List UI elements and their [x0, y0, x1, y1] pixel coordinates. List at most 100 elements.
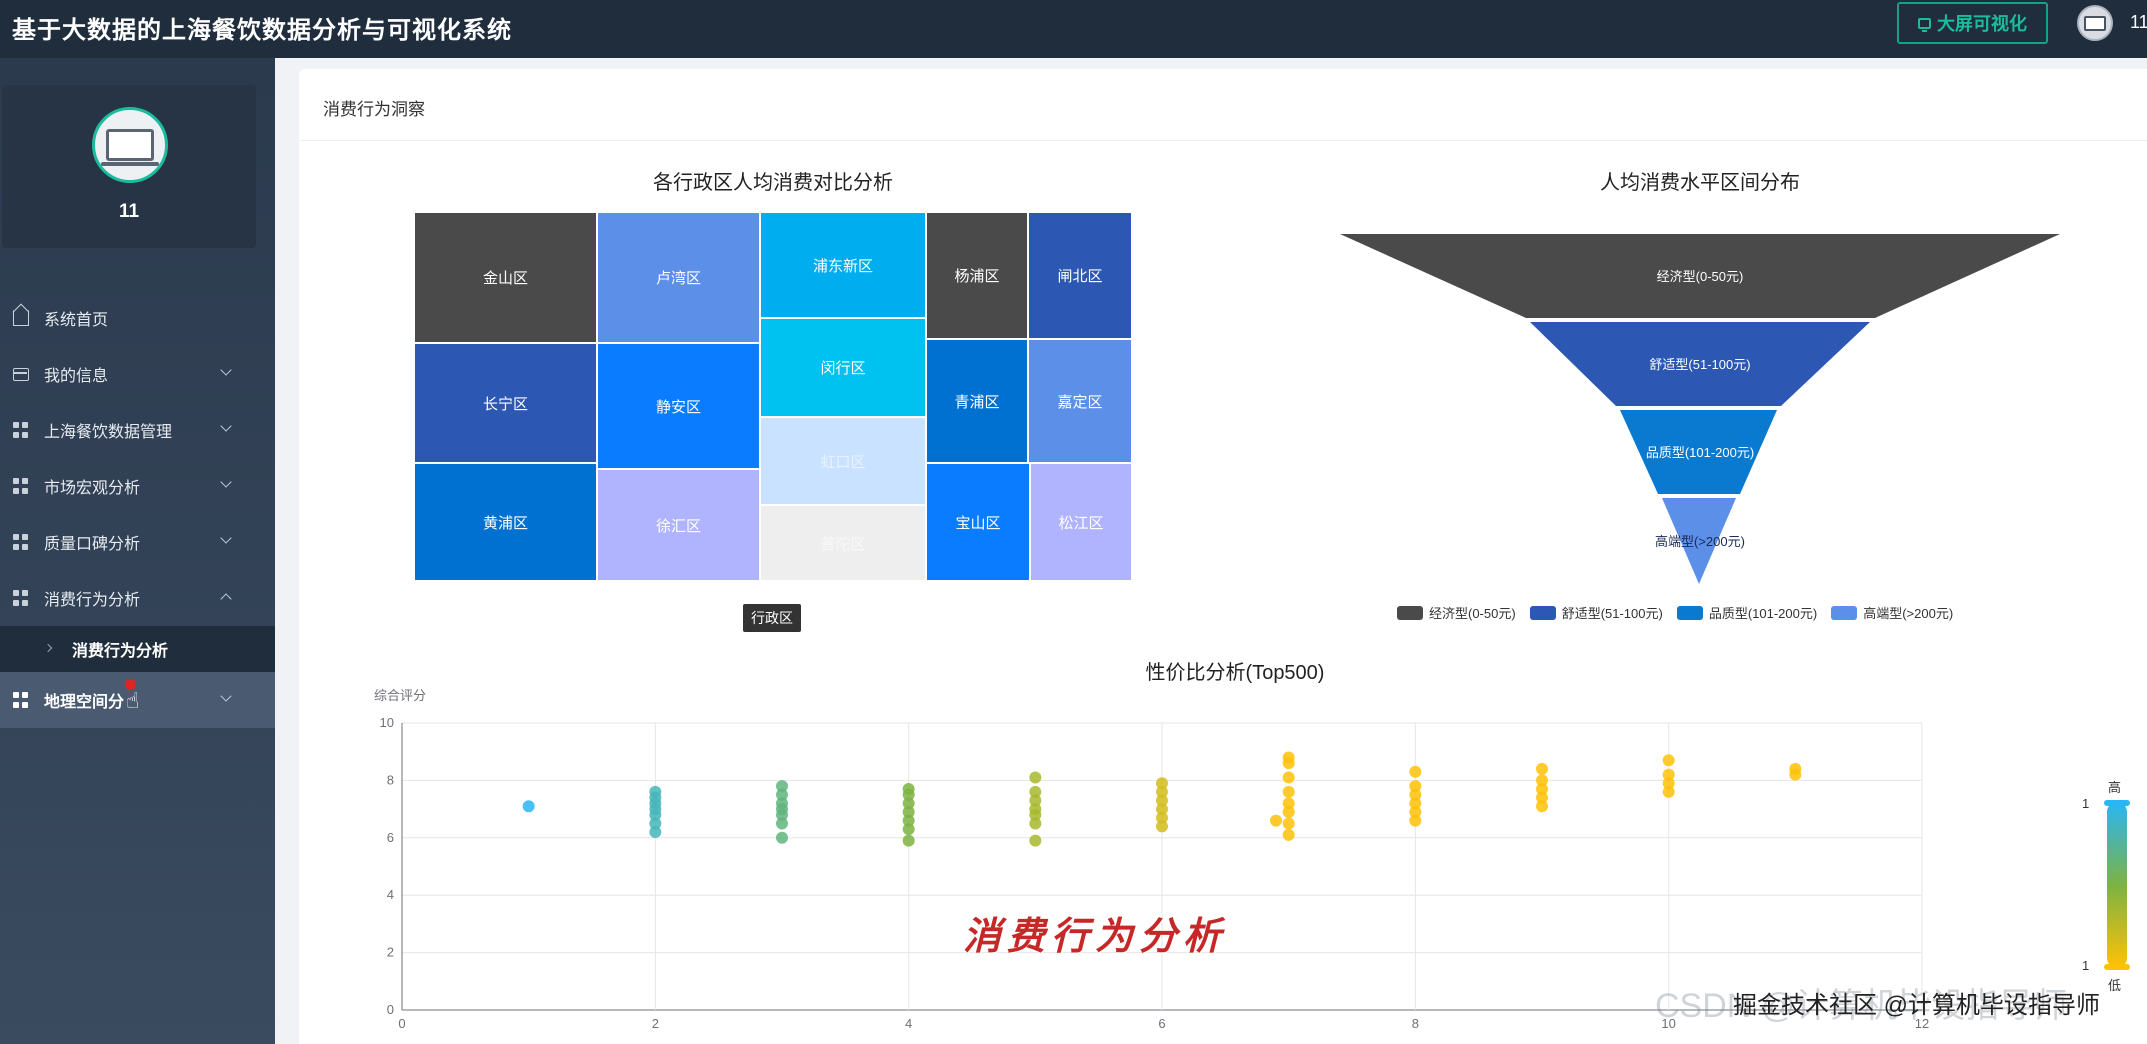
- credit-text: 掘金技术社区 @计算机毕设指导师: [1733, 992, 2101, 1019]
- treemap-cell[interactable]: 宝山区: [926, 463, 1030, 581]
- y-axis-label: 综合评分: [374, 688, 426, 703]
- visual-map-max-value: 1: [2082, 796, 2090, 811]
- funnel-label: 高端型(>200元): [1655, 534, 1745, 549]
- legend-label: 高端型(>200元): [1863, 606, 1954, 621]
- avatar[interactable]: [2077, 5, 2113, 41]
- chevron-up-icon: [220, 593, 232, 605]
- visual-map-bottom-handle[interactable]: [2104, 964, 2130, 970]
- sidebar-item-label: 系统首页: [44, 312, 109, 329]
- treemap-cell[interactable]: 虹口区: [760, 417, 926, 505]
- scatter-point[interactable]: [1409, 765, 1422, 778]
- legend-swatch: [1397, 605, 1423, 620]
- treemap-cell[interactable]: 松江区: [1030, 463, 1132, 581]
- sidebar-item-label: 消费行为分析: [44, 592, 141, 609]
- sidebar-item-label: 我的信息: [44, 368, 109, 385]
- x-tick-label: 0: [398, 1016, 405, 1031]
- x-tick-label: 8: [1412, 1016, 1419, 1031]
- sidebar-item-geo-analysis[interactable]: 地理空间分 ☝: [0, 672, 275, 728]
- treemap-cell[interactable]: 卢湾区: [597, 212, 760, 343]
- funnel-legend-item[interactable]: 高端型(>200元): [1831, 603, 1953, 622]
- funnel-label: 经济型(0-50元): [1657, 269, 1744, 284]
- scatter-point[interactable]: [1662, 754, 1675, 767]
- scatter-point[interactable]: [902, 783, 915, 796]
- treemap-cell[interactable]: 静安区: [597, 343, 760, 469]
- legend-label: 舒适型(51-100元): [1561, 606, 1663, 621]
- scatter-point[interactable]: [1536, 774, 1548, 787]
- treemap-cell[interactable]: 闸北区: [1028, 212, 1132, 339]
- video-caption: 消费行为分析: [963, 916, 1228, 958]
- treemap-legend-item[interactable]: 行政区: [743, 604, 801, 632]
- grid-icon: [13, 590, 29, 606]
- scatter-point[interactable]: [1270, 814, 1282, 827]
- home-icon: [13, 310, 29, 326]
- treemap-cell[interactable]: 普陀区: [760, 505, 926, 581]
- funnel-label: 舒适型(51-100元): [1649, 357, 1750, 372]
- sidebar-item-label: 市场宏观分析: [44, 480, 141, 497]
- treemap-chart: 金山区 卢湾区 浦东新区 杨浦区 闸北区长宁区 静安区 闵行区 青浦区 嘉定区黄浦区 徐汇区 虹口区…: [414, 212, 1132, 581]
- y-tick-label: 2: [387, 945, 394, 960]
- chevron-down-icon: [220, 476, 232, 488]
- scatter-point[interactable]: [1156, 777, 1168, 790]
- scatter-point[interactable]: [1282, 817, 1295, 830]
- sidebar-item-data-management[interactable]: 上海餐饮数据管理: [0, 402, 275, 458]
- treemap-cell[interactable]: 杨浦区: [926, 212, 1028, 339]
- sidebar-item-home[interactable]: 系统首页: [0, 290, 275, 346]
- scatter-point[interactable]: [1029, 834, 1042, 847]
- scatter-point[interactable]: [1282, 797, 1295, 810]
- profile-name: 11: [118, 201, 140, 222]
- sidebar: 11 系统首页 我的信息 上海餐饮数据管理 市场宏观分析 质量口碑分析 消费行为…: [0, 58, 275, 1044]
- scatter-point[interactable]: [1409, 780, 1422, 793]
- treemap-cell[interactable]: 黄浦区: [414, 463, 597, 581]
- scatter-point[interactable]: [902, 834, 915, 847]
- scatter-point[interactable]: [776, 831, 788, 844]
- funnel-legend-item[interactable]: 舒适型(51-100元): [1529, 603, 1663, 622]
- scatter-point[interactable]: [1282, 771, 1295, 784]
- scatter-point[interactable]: [776, 780, 788, 793]
- treemap-cell[interactable]: 金山区: [414, 212, 597, 343]
- treemap-cell[interactable]: 嘉定区: [1028, 339, 1132, 463]
- scatter-point[interactable]: [649, 785, 662, 798]
- y-tick-label: 10: [380, 715, 394, 730]
- scatter-point[interactable]: [1282, 785, 1295, 798]
- profile-avatar: [92, 107, 168, 183]
- scatter-point[interactable]: [1029, 785, 1042, 798]
- x-tick-label: 4: [905, 1016, 912, 1031]
- sidebar-subitem-consumption-analysis[interactable]: 消费行为分析: [0, 626, 275, 672]
- x-tick-label: 2: [652, 1016, 659, 1031]
- sidebar-subitem-label: 消费行为分析: [72, 643, 169, 660]
- treemap-cell[interactable]: 闵行区: [760, 318, 926, 417]
- chevron-down-icon: [220, 532, 232, 544]
- bigscreen-button[interactable]: 大屏可视化: [1897, 2, 2048, 44]
- sidebar-item-consumption-analysis[interactable]: 消费行为分析: [0, 570, 275, 626]
- scatter-point[interactable]: [522, 800, 535, 813]
- funnel-legend-item[interactable]: 经济型(0-50元): [1397, 603, 1516, 622]
- hand-cursor-icon: ☝: [126, 688, 140, 713]
- scatter-point[interactable]: [1282, 828, 1295, 841]
- chevron-down-icon: [220, 364, 232, 376]
- scatter-point[interactable]: [1789, 762, 1802, 775]
- visual-map-bar[interactable]: [2107, 802, 2127, 968]
- scatter-point[interactable]: [1029, 771, 1042, 784]
- y-tick-label: 0: [387, 1002, 394, 1017]
- sidebar-item-quality-analysis[interactable]: 质量口碑分析: [0, 514, 275, 570]
- treemap-cell[interactable]: 青浦区: [926, 339, 1028, 463]
- sidebar-item-market-analysis[interactable]: 市场宏观分析: [0, 458, 275, 514]
- chevron-down-icon: [220, 420, 232, 432]
- sidebar-item-my-info[interactable]: 我的信息: [0, 346, 275, 402]
- sidebar-item-label: 质量口碑分析: [44, 536, 141, 553]
- visual-map-min-value: 1: [2082, 958, 2090, 973]
- y-tick-label: 6: [387, 830, 394, 845]
- legend-swatch: [1529, 605, 1556, 620]
- chevron-down-icon: [220, 690, 232, 702]
- scatter-point[interactable]: [1662, 768, 1675, 781]
- scatter-point[interactable]: [1282, 751, 1295, 764]
- treemap-cell[interactable]: 徐汇区: [597, 469, 760, 581]
- scatter-point[interactable]: [1536, 762, 1548, 775]
- grid-icon: [13, 692, 29, 708]
- funnel-label: 品质型(101-200元): [1646, 445, 1754, 460]
- card-icon: [13, 368, 29, 381]
- treemap-cell[interactable]: 浦东新区: [760, 212, 926, 318]
- treemap-cell[interactable]: 长宁区: [414, 343, 597, 463]
- funnel-legend-item[interactable]: 品质型(101-200元): [1676, 603, 1817, 622]
- top-user-name[interactable]: 11: [2130, 12, 2147, 33]
